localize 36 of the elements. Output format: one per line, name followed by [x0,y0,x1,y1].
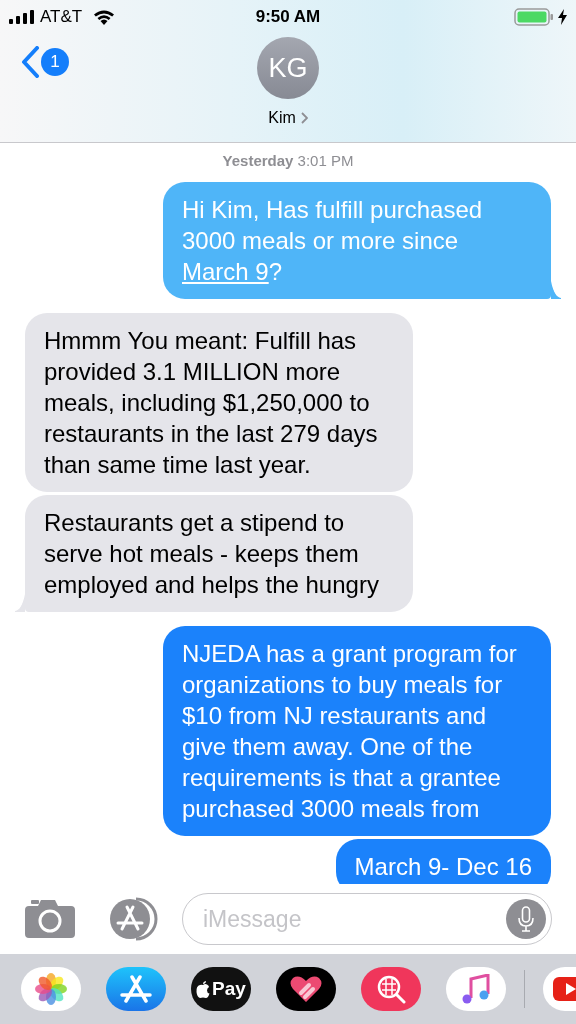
flower-icon [35,973,67,1005]
bubble-tail-icon [15,593,25,612]
camera-icon [25,900,75,938]
app-store-app-button[interactable] [106,967,166,1011]
carrier-name: AT&T [40,6,83,29]
apple-pay-button[interactable]: Pay [191,967,251,1011]
message-input-field[interactable]: iMessage [203,901,506,937]
sent-message-bubble: NJEDA has a grant program for organizations to buy meals for $10 from NJ restaurants and give them away. One of the requirements is that a grantee purchased 3000 meals from [163,625,551,836]
message-timestamp: Yesterday 3:01 PM [221,151,355,171]
date-link[interactable]: March 9 [182,257,269,285]
back-chevron-icon [20,46,40,78]
music-note-icon [462,974,490,1004]
contact-name[interactable]: Kim [268,106,308,130]
apple-icon [196,980,211,998]
camera-button[interactable] [24,899,76,939]
status-time: 9:50 AM [255,6,321,29]
heart-app-button[interactable] [276,967,336,1011]
contact-avatar[interactable]: KG [257,37,319,99]
heart-icon [290,975,322,1003]
wifi-icon [93,9,116,25]
microphone-button[interactable] [506,899,546,939]
globe-search-icon [376,974,406,1004]
image-search-app-button[interactable] [361,967,421,1011]
charging-icon [558,9,567,25]
chevron-right-icon [300,112,308,124]
unread-badge: 1 [41,48,69,76]
app-store-icon [120,975,152,1003]
signal-icon [9,10,35,24]
music-app-button[interactable] [446,967,506,1011]
sent-message-bubble: March 9- Dec 16 [335,838,551,884]
bubble-tail-icon [551,280,561,299]
received-message-bubble: Hmmm You meant: Fulfill has provided 3.1 MILLION more meals, including $1,250,000 to restaurants in the last 279 days than same time last year. [25,312,413,492]
photos-app-button[interactable] [21,967,81,1011]
back-button[interactable]: 1 [20,46,69,78]
battery-icon [514,8,554,26]
microphone-icon [518,906,534,932]
